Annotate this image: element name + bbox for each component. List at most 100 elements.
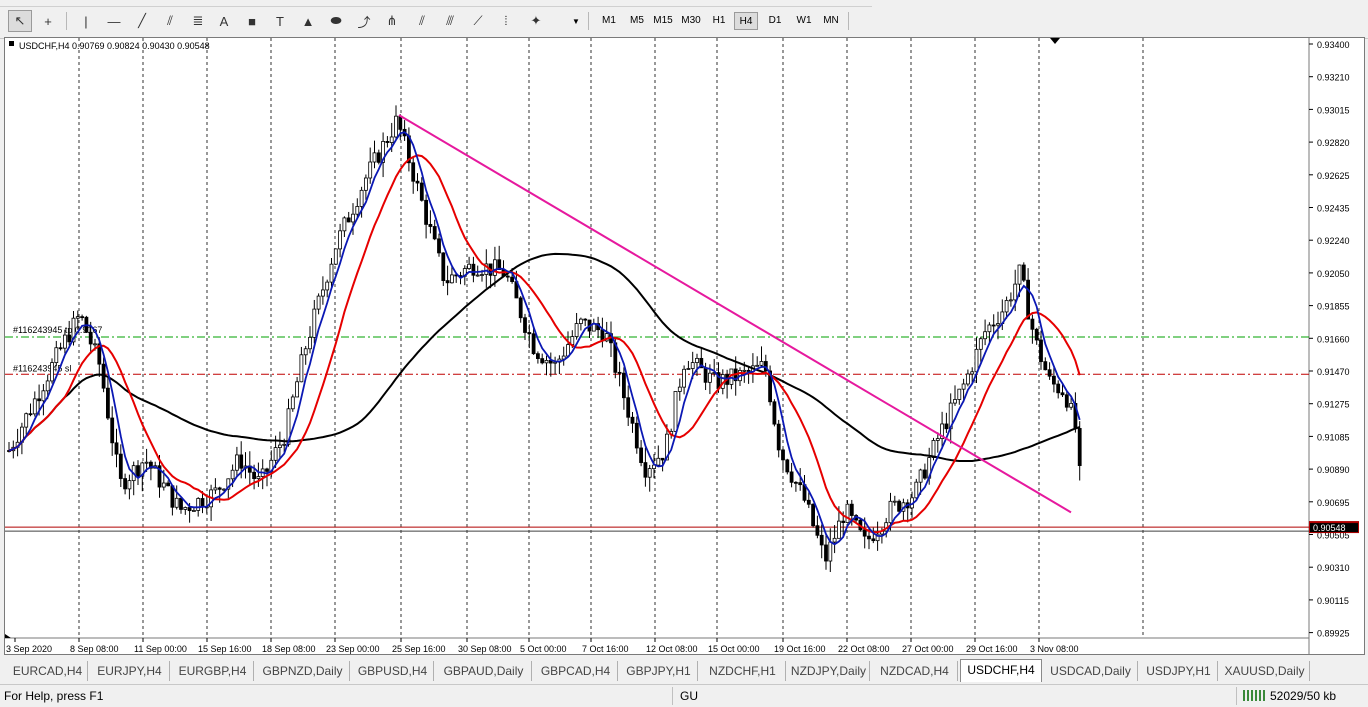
cursor-icon[interactable]: ↖: [8, 10, 32, 32]
long-moving-average-line: [8, 252, 1081, 462]
timeframe-d1-button[interactable]: D1: [764, 12, 786, 30]
candle-body: [441, 252, 446, 281]
y-axis-label: 0.92050: [1317, 269, 1350, 279]
candle-body: [363, 177, 368, 191]
timeframe-w1-button[interactable]: W1: [792, 12, 816, 30]
arrow-icon[interactable]: ⤴: [352, 10, 376, 32]
candle-body: [234, 454, 239, 471]
candle-body: [1026, 279, 1030, 320]
candle-body: [966, 373, 970, 385]
x-axis-label: 3 Sep 2020: [6, 644, 52, 654]
candle-body: [303, 348, 308, 356]
candle-body: [437, 238, 441, 254]
timeframe-h4-button[interactable]: H4: [734, 12, 758, 30]
candle-body: [583, 318, 588, 321]
chart-tab[interactable]: GBPNZD,Daily: [256, 661, 350, 681]
horizontal-line-icon[interactable]: —: [102, 10, 126, 32]
gann-line-icon[interactable]: ⫻: [438, 10, 462, 32]
candle-body: [424, 199, 429, 225]
candle-body: [355, 206, 360, 215]
chart-tab[interactable]: GBPAUD,Daily: [436, 661, 532, 681]
candle-body: [179, 497, 183, 510]
trendline-icon[interactable]: ╱: [130, 10, 154, 32]
candle-body: [217, 487, 222, 490]
chart-tab[interactable]: USDJPY,H1: [1140, 661, 1218, 681]
candle-body: [544, 360, 549, 364]
vertical-line-icon[interactable]: |: [74, 10, 98, 32]
fibonacci-fan-icon[interactable]: ⟋: [466, 10, 490, 32]
chart-tab[interactable]: GBPUSD,H4: [352, 661, 434, 681]
chart-tab[interactable]: EURCAD,H4: [8, 661, 88, 681]
triangle-icon[interactable]: ▲: [296, 10, 320, 32]
timeframe-m5-button[interactable]: M5: [626, 12, 648, 30]
candle-body: [144, 461, 149, 464]
tools-dropdown-chevron-icon[interactable]: ▼: [570, 10, 582, 32]
candle-body: [983, 331, 987, 340]
y-axis-label: 0.92820: [1317, 138, 1350, 148]
x-axis-label: 29 Oct 16:00: [966, 644, 1018, 654]
candle-body: [24, 413, 29, 428]
candle-body: [789, 471, 794, 483]
chart-tab[interactable]: USDCAD,Daily: [1044, 661, 1138, 681]
candle-body: [88, 331, 93, 345]
status-bar: For Help, press F1 GU 52029/50 kb: [0, 684, 1368, 707]
rectangle-icon[interactable]: ■: [240, 10, 264, 32]
chart-tab[interactable]: GBPJPY,H1: [620, 661, 698, 681]
chart-tab[interactable]: USDCHF,H4: [960, 659, 1042, 682]
y-axis-label: 0.91660: [1317, 334, 1350, 344]
chart-tab[interactable]: EURGBP,H4: [172, 661, 254, 681]
candle-body: [630, 416, 635, 424]
toolbar-top-strip: [0, 0, 872, 7]
text-label-icon[interactable]: T: [268, 10, 292, 32]
chart-tab[interactable]: XAUUSD,Daily: [1220, 661, 1310, 681]
chart-canvas[interactable]: 0.93400 0.93210 0.93015 0.92820 0.92625 0.924…: [5, 38, 1364, 654]
timeframe-m15-button[interactable]: M15: [650, 12, 676, 30]
price-label-icon[interactable]: ✦: [524, 10, 548, 32]
candle-body: [892, 500, 897, 503]
candle-body: [351, 213, 355, 223]
fibonacci-time-zones-icon[interactable]: ⦙: [494, 10, 518, 32]
timeframe-mn-button[interactable]: MN: [820, 12, 842, 30]
chart-tab[interactable]: GBPCAD,H4: [534, 661, 618, 681]
x-axis-label: 22 Oct 08:00: [838, 644, 890, 654]
timeframe-h1-button[interactable]: H1: [708, 12, 730, 30]
andrews-pitchfork-icon[interactable]: ⋔: [380, 10, 404, 32]
candle-body: [265, 468, 269, 472]
candle-body: [114, 442, 119, 455]
candle-body: [660, 457, 665, 461]
chart-tab[interactable]: NZDCAD,H4: [872, 661, 958, 681]
chart-tab[interactable]: NZDJPY,Daily: [788, 661, 870, 681]
connection-status: 52029/50 kb: [1270, 689, 1337, 703]
candle-body: [1056, 383, 1061, 394]
timeframe-m30-button[interactable]: M30: [678, 12, 704, 30]
chart-tab[interactable]: NZDCHF,H1: [700, 661, 786, 681]
candle-body: [1021, 264, 1026, 281]
chart-tabs: EURCAD,H4 EURJPY,H4 EURGBP,H4 GBPNZD,Daily G…: [0, 659, 1368, 683]
candle-body: [536, 353, 540, 359]
crosshair-icon[interactable]: +: [36, 10, 60, 32]
chart-header: USDCHF,H4 0.90769 0.90824 0.90430 0.9054…: [19, 41, 210, 51]
y-axis-label: 0.91855: [1317, 302, 1350, 312]
candle-body: [682, 368, 686, 388]
candle-body: [505, 275, 510, 278]
candle-body: [368, 161, 373, 179]
equidistant-channel-icon[interactable]: ⫽: [158, 10, 182, 32]
candle-body: [480, 274, 484, 276]
ellipse-icon[interactable]: ⬬: [324, 10, 348, 32]
fibonacci-retracement-icon[interactable]: ≣: [186, 10, 210, 32]
candle-body: [1047, 369, 1052, 377]
candle-body: [28, 413, 33, 416]
price-chart[interactable]: 0.93400 0.93210 0.93015 0.92820 0.92625 0.924…: [4, 37, 1365, 655]
candle-body: [1052, 375, 1056, 385]
candle-body: [1039, 339, 1043, 363]
timeframe-m1-button[interactable]: M1: [598, 12, 620, 30]
parallel-lines-icon[interactable]: ⫽: [410, 10, 434, 32]
text-icon[interactable]: A: [212, 10, 236, 32]
candle-body: [191, 510, 196, 512]
candle-body: [617, 371, 622, 374]
candle-body: [161, 482, 166, 488]
x-axis-label: 15 Oct 00:00: [708, 644, 760, 654]
y-axis-label: 0.92240: [1317, 236, 1350, 246]
candle-body: [325, 281, 330, 291]
chart-tab[interactable]: EURJPY,H4: [90, 661, 170, 681]
